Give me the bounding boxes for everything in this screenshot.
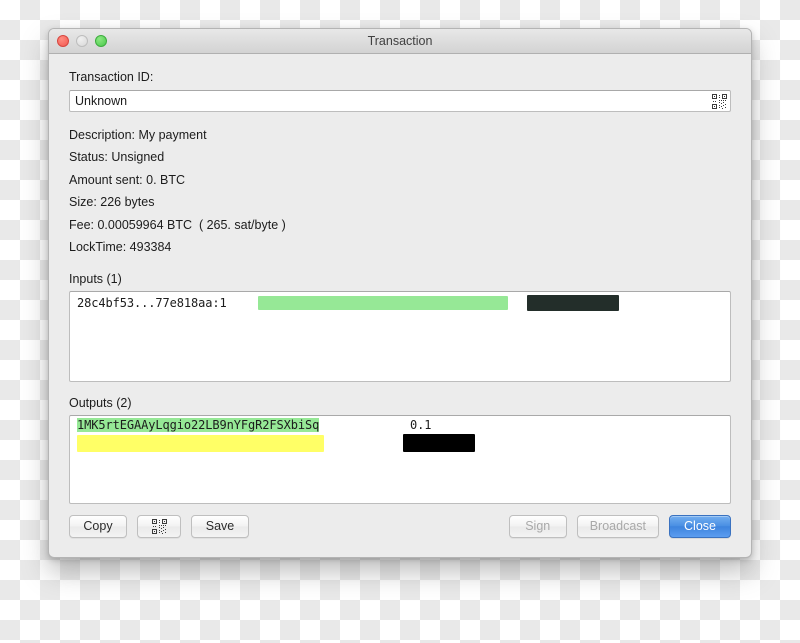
input-dark-redaction [527,295,619,312]
qr-code-button[interactable] [137,514,181,538]
button-bar: Copy Save Sign Broadcast Close [69,514,731,538]
window-title: Transaction [367,34,433,48]
inputs-list[interactable]: 28c4bf53...77e818aa:1 [69,291,731,383]
input-green-redaction [258,296,508,311]
outputs-list[interactable]: 1MK5rtEGAAyLqgio22LB9nYFgR2FSXbiSq 0.1 [69,415,731,505]
output-row[interactable] [70,434,730,453]
inputs-label: Inputs (1) [69,272,122,287]
output-address: 1MK5rtEGAAyLqgio22LB9nYFgR2FSXbiSq [77,418,320,433]
detail-size: Size: 226 bytes [69,195,155,210]
transaction-window: Transaction Transaction ID: Unknown Desc… [48,28,752,558]
outputs-label: Outputs (2) [69,396,132,411]
detail-locktime: LockTime: 493384 [69,240,172,255]
window-content: Transaction ID: Unknown Description: My … [49,54,751,557]
close-button[interactable]: Close [669,514,731,538]
detail-status: Status: Unsigned [69,150,165,165]
action-buttons: Sign Broadcast Close [508,514,731,538]
output-black-redaction [403,434,475,453]
transaction-id-label: Transaction ID: [69,70,154,84]
output-row[interactable]: 1MK5rtEGAAyLqgio22LB9nYFgR2FSXbiSq 0.1 [70,416,730,434]
input-row[interactable]: 28c4bf53...77e818aa:1 [70,292,730,314]
transaction-id-field[interactable]: Unknown [69,90,731,112]
window-titlebar[interactable]: Transaction [49,29,751,54]
output-amount: 0.1 [410,418,432,433]
qr-code-icon[interactable] [712,93,727,109]
output-yellow-redaction [77,435,324,453]
broadcast-button[interactable]: Broadcast [576,514,659,538]
detail-description: Description: My payment [69,128,207,142]
sign-button[interactable]: Sign [508,514,567,538]
detail-amount-sent: Amount sent: 0. BTC [69,172,186,187]
detail-fee: Fee: 0.00059964 BTC ( 265. sat/byte ) [69,217,286,232]
transaction-details: Description: My payment Status: Unsigned… [69,124,731,258]
save-button[interactable]: Save [191,514,249,538]
copy-button[interactable]: Copy [69,514,127,538]
input-outpoint: 28c4bf53...77e818aa:1 [77,296,227,311]
qr-code-icon [151,518,167,534]
transaction-id-value: Unknown [75,94,128,108]
